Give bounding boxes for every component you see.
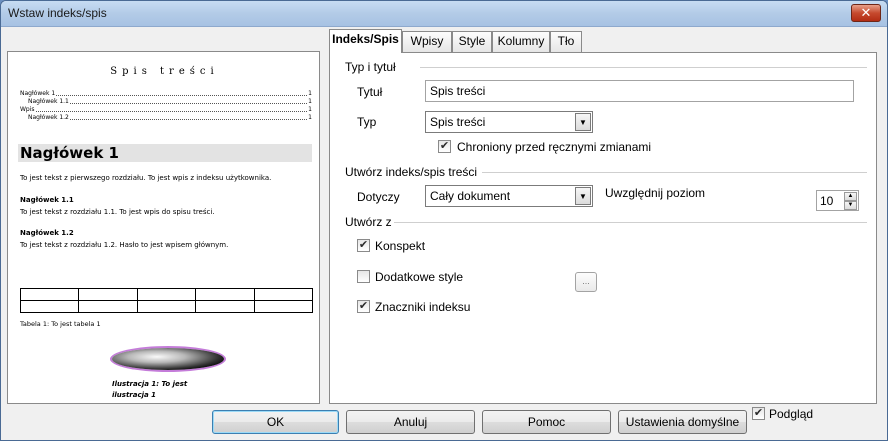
preview-toc-line: Nagłówek 1.2 1 [28, 114, 312, 121]
title-label: Tytuł [357, 85, 383, 99]
section-divider [420, 67, 867, 68]
additional-styles-label: Dodatkowe style [375, 270, 464, 284]
preview-paragraph: To jest tekst z rozdziału 1.2. Hasło to … [20, 241, 229, 249]
preview-toc-line: Nagłówek 11 [20, 90, 312, 97]
preview-toc-line: Nagłówek 1.1 1 [28, 98, 312, 105]
close-button[interactable]: ✕ [851, 4, 881, 22]
outline-checkbox[interactable]: ✔ [357, 239, 370, 252]
tab-index[interactable]: Indeks/Spis [329, 29, 402, 53]
preview-table [19, 288, 314, 313]
tab-page [329, 52, 877, 404]
title-bar: Wstaw indeks/spis ✕ [1, 1, 887, 27]
scope-select[interactable]: Cały dokument ▼ [425, 185, 593, 207]
type-select[interactable]: Spis treści ▼ [425, 111, 593, 133]
chevron-down-icon[interactable]: ▼ [575, 113, 591, 131]
tab-columns[interactable]: Kolumny [492, 31, 550, 52]
chevron-down-icon[interactable]: ▼ [575, 187, 591, 205]
additional-styles-checkbox[interactable] [357, 270, 370, 283]
type-label: Typ [357, 115, 377, 129]
index-marks-label: Znaczniki indeksu [375, 300, 471, 314]
outline-label: Konspekt [375, 239, 426, 253]
window-title: Wstaw indeks/spis [8, 6, 107, 20]
spin-down-icon[interactable]: ▼ [844, 201, 857, 210]
additional-styles-button[interactable]: ... [575, 272, 597, 292]
preview-toc-title: Spis treści [110, 66, 219, 77]
preview-subheading: Nagłówek 1.2 [20, 229, 74, 237]
title-input[interactable]: Spis treści [425, 80, 854, 102]
level-spinner[interactable]: 10 ▲ ▼ [816, 190, 859, 211]
section-create-from: Utwórz z [345, 215, 392, 229]
help-button[interactable]: Pomoc [482, 410, 611, 434]
protected-checkbox[interactable]: ✔ [438, 140, 451, 153]
preview-toc-line: Wpis 1 [20, 106, 312, 113]
spin-up-icon[interactable]: ▲ [844, 192, 857, 201]
tab-entries[interactable]: Wpisy [402, 31, 452, 52]
preview-pane: Spis treści Nagłówek 11 Nagłówek 1.1 1 Wp… [7, 51, 320, 404]
preview-checkbox-label: Podgląd [769, 407, 814, 421]
ok-button[interactable]: OK [212, 410, 339, 434]
preview-subheading: Nagłówek 1.1 [20, 196, 74, 204]
level-value: 10 [820, 194, 834, 208]
tab-styles[interactable]: Style [452, 31, 492, 52]
dialog-window: Wstaw indeks/spis ✕ Spis treści Nagłówek… [0, 0, 888, 441]
reset-defaults-button[interactable]: Ustawienia domyślne [618, 410, 747, 434]
level-label: Uwzględnij poziom [605, 186, 706, 200]
section-divider [482, 172, 867, 173]
cancel-button[interactable]: Anuluj [346, 410, 475, 434]
preview-image-caption: Ilustracja 1: To jest ilustracja 1 [112, 380, 188, 399]
preview-table-caption: Tabela 1: To jest tabela 1 [20, 320, 101, 328]
scope-label: Dotyczy [357, 190, 400, 204]
section-create-index: Utwórz indeks/spis treści [345, 165, 478, 179]
section-divider [394, 222, 867, 223]
index-marks-checkbox[interactable]: ✔ [357, 300, 370, 313]
tab-background[interactable]: Tło [550, 31, 582, 52]
preview-checkbox[interactable]: ✔ [752, 407, 765, 420]
preview-paragraph: To jest tekst z rozdziału 1.1. To jest w… [20, 208, 215, 216]
preview-illustration [112, 348, 224, 370]
section-type-title: Typ i tytuł [345, 60, 396, 74]
preview-paragraph: To jest tekst z pierwszego rozdziału. To… [20, 174, 272, 182]
preview-heading: Nagłówek 1 [18, 144, 312, 162]
protected-label: Chroniony przed ręcznymi zmianami [457, 140, 652, 154]
